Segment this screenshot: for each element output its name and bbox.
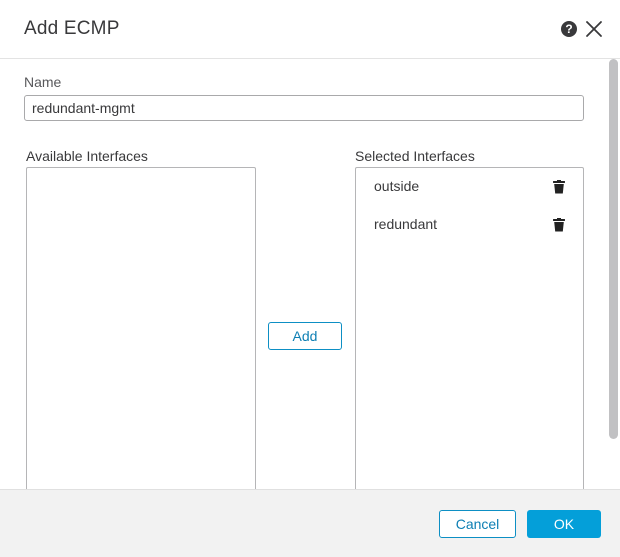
add-ecmp-dialog: Add ECMP ? Name Available Interfaces Add… xyxy=(0,0,620,557)
available-interfaces-list[interactable] xyxy=(26,167,256,489)
dialog-body: Name Available Interfaces Add Selected I… xyxy=(0,59,620,489)
name-label: Name xyxy=(24,74,62,90)
selected-interfaces-label: Selected Interfaces xyxy=(355,148,475,164)
name-input[interactable] xyxy=(24,95,584,121)
selected-interface-label: redundant xyxy=(374,216,438,232)
selected-interface-label: outside xyxy=(374,178,420,194)
dialog-title: Add ECMP xyxy=(24,18,120,39)
trash-icon[interactable] xyxy=(553,218,565,232)
ok-button[interactable]: OK xyxy=(527,510,601,538)
selected-interfaces-list[interactable]: outside redundant xyxy=(355,167,584,489)
selected-interface-item[interactable]: outside xyxy=(356,174,583,204)
close-icon[interactable] xyxy=(585,20,603,38)
help-icon[interactable]: ? xyxy=(561,21,577,37)
cancel-button[interactable]: Cancel xyxy=(439,510,516,538)
add-button[interactable]: Add xyxy=(268,322,342,350)
available-interfaces-label: Available Interfaces xyxy=(26,148,148,164)
dialog-header: Add ECMP ? xyxy=(0,0,620,59)
trash-icon[interactable] xyxy=(553,180,565,194)
selected-interface-item[interactable]: redundant xyxy=(356,212,583,242)
scrollbar-thumb[interactable] xyxy=(609,59,618,439)
dialog-footer: Cancel OK xyxy=(0,489,620,557)
